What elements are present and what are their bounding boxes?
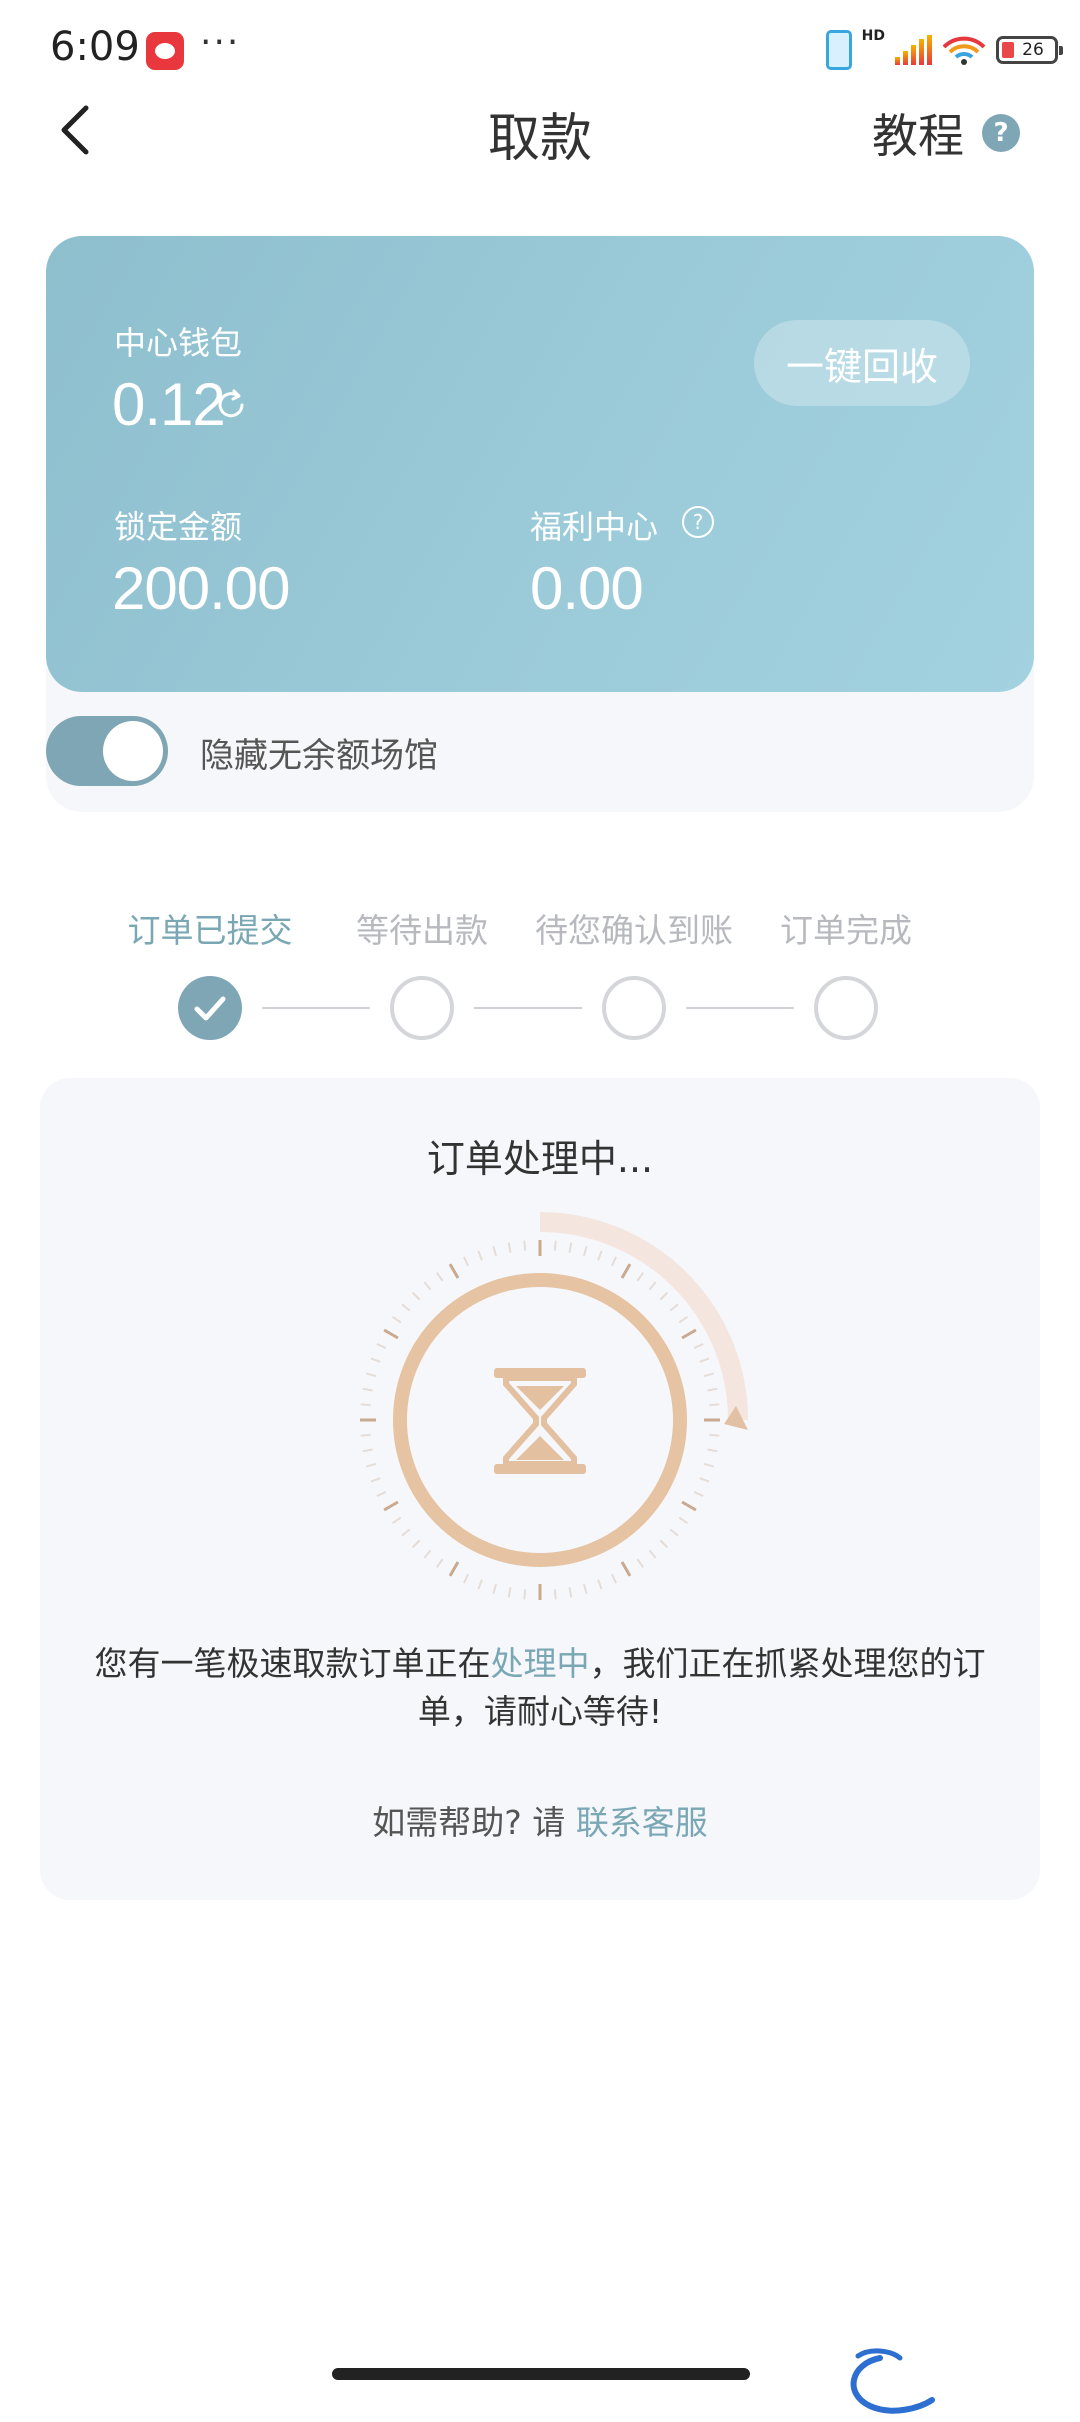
refresh-icon[interactable] — [214, 388, 248, 422]
locked-amount-value: 200.00 — [112, 555, 291, 622]
tutorial-button[interactable]: 教程 ? — [872, 100, 1020, 166]
welfare-center-value: 0.00 — [530, 555, 644, 622]
tutorial-label: 教程 — [872, 109, 964, 163]
battery-icon: 26 — [996, 36, 1063, 64]
step-label-completed: 订单完成 — [780, 911, 912, 950]
one-click-recycle-button[interactable]: 一键回收 — [754, 320, 970, 406]
step-label-waiting-payout: 等待出款 — [356, 911, 488, 950]
app-notification-icon — [146, 32, 184, 70]
toggle-knob — [103, 721, 163, 781]
desc-prefix: 您有一笔极速取款订单正在 — [94, 1644, 491, 1683]
center-wallet-value: 0.12 — [112, 371, 226, 438]
step-label-confirm-receipt: 待您确认到账 — [535, 911, 733, 950]
more-notifications-icon: ··· — [200, 22, 241, 63]
battery-level: 26 — [1022, 40, 1044, 60]
welfare-help-icon[interactable]: ? — [682, 506, 714, 538]
status-indicators: HD 26 — [825, 28, 1063, 72]
step-3-circle — [602, 976, 666, 1040]
wifi-icon — [942, 36, 986, 65]
wallet-card — [46, 236, 1034, 692]
step-label-submitted: 订单已提交 — [127, 911, 293, 950]
step-1-check-icon — [178, 976, 242, 1040]
signal-icon — [895, 35, 932, 65]
order-status-title: 订单处理中... — [426, 1137, 654, 1181]
processing-highlight: 处理中 — [490, 1644, 590, 1683]
help-prefix: 如需帮助? 请 — [372, 1803, 576, 1842]
center-wallet-label: 中心钱包 — [114, 324, 243, 362]
step-connector — [686, 1007, 794, 1009]
hourglass-timer-icon — [360, 1212, 748, 1600]
step-2-circle — [390, 976, 454, 1040]
step-connector — [262, 1007, 370, 1009]
step-connector — [474, 1007, 582, 1009]
contact-support-link[interactable]: 联系客服 — [576, 1803, 708, 1842]
hide-empty-venues-label: 隐藏无余额场馆 — [200, 736, 438, 776]
welfare-center-label: 福利中心 — [530, 508, 659, 546]
help-line: 如需帮助? 请 联系客服 — [0, 1796, 1080, 1844]
step-4-circle — [814, 976, 878, 1040]
hd-badge: HD — [861, 28, 885, 44]
watermark-logo — [850, 2348, 935, 2414]
home-indicator[interactable] — [332, 2368, 750, 2380]
order-status-description: 您有一笔极速取款订单正在处理中，我们正在抓紧处理您的订单，请耐心等待! — [90, 1640, 990, 1736]
status-time: 6:09 — [50, 24, 140, 70]
help-icon: ? — [982, 114, 1020, 152]
hide-empty-venues-toggle[interactable] — [46, 716, 168, 786]
phone-icon — [825, 30, 852, 70]
locked-amount-label: 锁定金额 — [114, 508, 243, 546]
